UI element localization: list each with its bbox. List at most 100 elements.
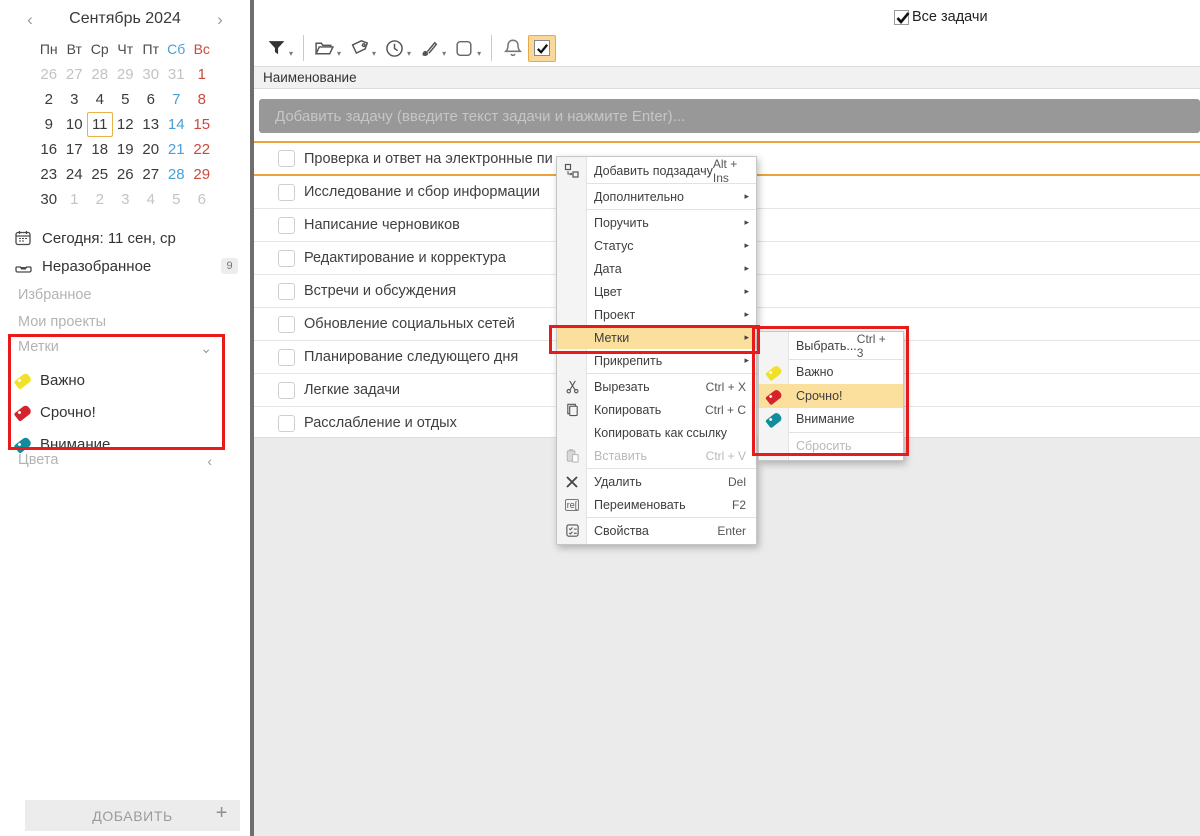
context-menu-item[interactable]: ВырезатьCtrl + X [557,375,756,398]
calendar-day[interactable]: 27 [62,62,88,87]
calendar-day[interactable]: 1 [189,62,215,87]
calendar-day[interactable]: 29 [113,62,139,87]
calendar-day[interactable]: 3 [113,187,139,212]
task-checkbox[interactable] [278,283,295,300]
submenu-item[interactable]: Выбрать...Ctrl + 3 [759,334,903,358]
tag-icon [759,387,789,405]
calendar-day[interactable]: 22 [189,137,215,162]
calendar-day[interactable]: 8 [189,87,215,112]
context-menu-item[interactable]: СвойстваEnter [557,519,756,542]
calendar-day[interactable]: 26 [113,162,139,187]
calendar-day[interactable]: 27 [138,162,164,187]
all-tasks-toggle[interactable]: Все задачи [894,9,988,25]
calendar-day[interactable]: 3 [62,87,88,112]
task-checkbox[interactable] [278,217,295,234]
context-menu-item[interactable]: Проект▸ [557,303,756,326]
task-title: Планирование следующего дня [304,349,518,365]
context-menu-item[interactable]: Статус▸ [557,234,756,257]
column-header[interactable]: Наименование [254,66,1200,89]
all-tasks-checkbox[interactable] [894,10,909,25]
calendar-day[interactable]: 23 [36,162,62,187]
calendar-day[interactable]: 17 [62,137,88,162]
context-menu-item[interactable]: УдалитьDel [557,470,756,493]
calendar-day[interactable]: 5 [164,187,190,212]
task-checkbox[interactable] [278,184,295,201]
calendar-day[interactable]: 26 [36,62,62,87]
calendar-day[interactable]: 21 [164,137,190,162]
sidebar-group-labels[interactable]: Метки ⌄ [0,339,250,361]
task-checkbox[interactable] [278,349,295,366]
context-menu-item[interactable]: ВставитьCtrl + V [557,444,756,467]
calendar-day[interactable]: 14 [164,112,190,137]
submenu-arrow-icon: ▸ [744,355,749,366]
calendar-day[interactable]: 30 [36,187,62,212]
sidebar-tag-item[interactable]: Важно [0,364,250,396]
task-checkbox[interactable] [278,382,295,399]
calendar-day[interactable]: 12 [113,112,139,137]
calendar-day[interactable]: 1 [62,187,88,212]
task-checkbox[interactable] [278,415,295,432]
calendar-day-today[interactable]: 11 [87,112,113,137]
chevron-left-icon[interactable]: ‹ [207,453,212,469]
context-menu-item[interactable]: Прикрепить▸ [557,349,756,372]
task-checkbox[interactable] [278,150,295,167]
calendar-day[interactable]: 30 [138,62,164,87]
calendar-day[interactable]: 9 [36,112,62,137]
context-menu-item[interactable]: re[ПереименоватьF2 [557,493,756,516]
calendar-day[interactable]: 16 [36,137,62,162]
calendar-day[interactable]: 28 [87,62,113,87]
calendar-day[interactable]: 5 [113,87,139,112]
context-menu-item[interactable]: Метки▸ [557,326,756,349]
calendar-day[interactable]: 31 [164,62,190,87]
sidebar-tag-item[interactable]: Срочно! [0,396,250,428]
calendar-next-icon[interactable]: › [208,8,232,32]
calendar-day[interactable]: 4 [87,87,113,112]
sidebar-section[interactable]: Мои проекты [0,309,250,336]
context-menu-item[interactable]: Дата▸ [557,257,756,280]
frame-icon[interactable]: ▾ [454,38,481,59]
add-task-input[interactable]: Добавить задачу (введите текст задачи и … [259,99,1200,133]
context-menu-item[interactable]: Добавить подзадачуAlt + Ins [557,159,756,182]
task-checkbox[interactable] [278,316,295,333]
task-checkbox[interactable] [278,250,295,267]
calendar-day[interactable]: 19 [113,137,139,162]
context-menu-item[interactable]: КопироватьCtrl + C [557,398,756,421]
calendar-day[interactable]: 18 [87,137,113,162]
sidebar-item[interactable]: Неразобранное9 [0,252,250,280]
calendar-day[interactable]: 28 [164,162,190,187]
brush-icon[interactable]: ▾ [419,38,446,59]
calendar-day[interactable]: 24 [62,162,88,187]
calendar-day[interactable]: 6 [189,187,215,212]
chevron-down-icon[interactable]: ⌄ [200,340,212,357]
calendar-day[interactable]: 2 [36,87,62,112]
submenu-item[interactable]: Важно [759,361,903,385]
confirm-checkbox-icon[interactable] [528,35,556,62]
context-menu-item[interactable]: Поручить▸ [557,211,756,234]
folder-open-icon[interactable]: ▾ [314,38,341,59]
tag-icon[interactable]: ▾ [349,38,376,59]
clock-icon[interactable]: ▾ [384,38,411,59]
add-button[interactable]: ДОБАВИТЬ + [25,800,240,831]
sidebar-section[interactable]: Избранное [0,282,250,309]
calendar-day[interactable]: 2 [87,187,113,212]
submenu-item[interactable]: Внимание [759,408,903,432]
calendar-day[interactable]: 6 [138,87,164,112]
bell-icon[interactable] [502,37,524,59]
context-menu-item[interactable]: Дополнительно▸ [557,185,756,208]
calendar-day[interactable]: 20 [138,137,164,162]
calendar-day[interactable]: 4 [138,187,164,212]
submenu-item[interactable]: Сбросить [759,434,903,458]
context-menu-item[interactable]: Цвет▸ [557,280,756,303]
sidebar-group-colors[interactable]: Цвета ‹ [0,452,250,474]
context-menu-item[interactable]: Копировать как ссылку [557,421,756,444]
tag-icon [765,364,783,381]
calendar-day[interactable]: 25 [87,162,113,187]
calendar-day[interactable]: 29 [189,162,215,187]
calendar-day[interactable]: 10 [62,112,88,137]
calendar-day[interactable]: 15 [189,112,215,137]
sidebar-item[interactable]: Сегодня: 11 сен, ср [0,224,250,252]
filter-icon[interactable]: ▾ [266,38,293,59]
calendar-day[interactable]: 13 [138,112,164,137]
submenu-item[interactable]: Срочно! [759,384,903,408]
calendar-day[interactable]: 7 [164,87,190,112]
